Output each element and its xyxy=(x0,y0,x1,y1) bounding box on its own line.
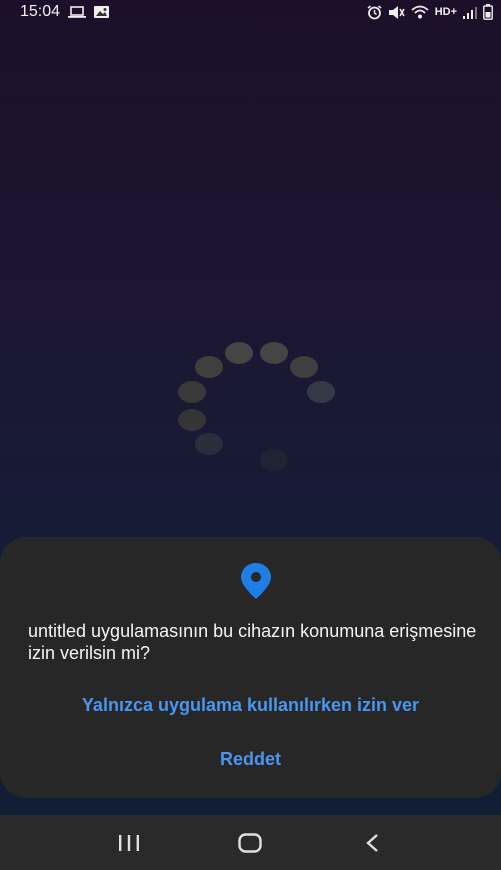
recent-apps-button[interactable] xyxy=(109,823,149,863)
navigation-bar xyxy=(0,815,501,870)
mute-icon xyxy=(388,5,405,19)
wifi-icon xyxy=(411,5,429,19)
home-button[interactable] xyxy=(230,823,270,863)
battery-icon xyxy=(483,4,493,20)
signal-icon xyxy=(463,6,477,19)
laptop-icon xyxy=(68,6,87,18)
home-icon xyxy=(238,832,263,853)
status-right: HD+ xyxy=(367,4,493,20)
image-icon xyxy=(94,6,110,18)
alarm-icon xyxy=(367,4,382,19)
network-label: HD+ xyxy=(434,6,457,18)
allow-while-using-button[interactable]: Yalnızca uygulama kullanılırken izin ver xyxy=(0,695,501,716)
deny-button[interactable]: Reddet xyxy=(0,749,501,770)
spinner-dots xyxy=(178,342,335,471)
dialog-message: untitled uygulamasının bu cihazın konumu… xyxy=(28,621,477,663)
recent-apps-icon xyxy=(118,834,139,851)
status-time: 15:04 xyxy=(20,3,61,20)
back-icon xyxy=(366,833,378,852)
status-bar: 15:04 HD+ xyxy=(0,0,501,24)
back-button[interactable] xyxy=(352,823,392,863)
status-left: 15:04 xyxy=(20,3,110,21)
location-pin-icon xyxy=(241,563,271,599)
